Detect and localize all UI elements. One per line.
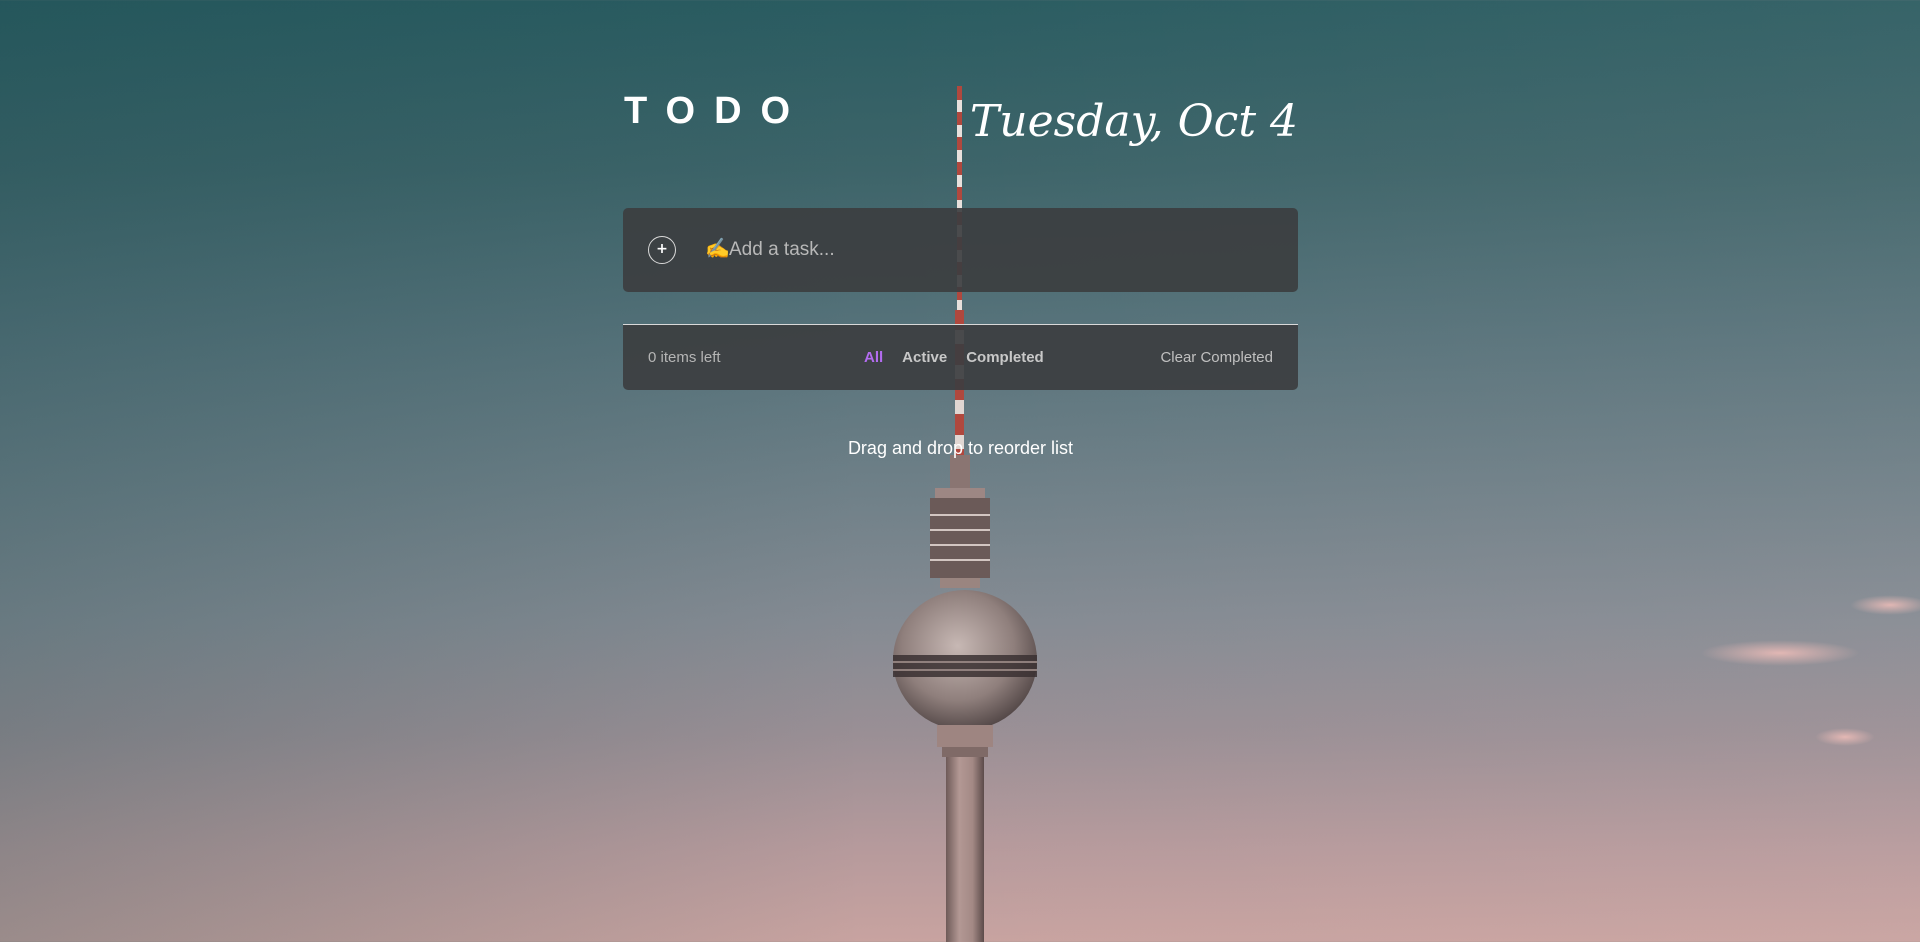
list-footer: 0 items left All Active Completed Clear … bbox=[623, 325, 1298, 390]
add-task-input[interactable] bbox=[705, 230, 1265, 270]
add-icon[interactable]: + bbox=[648, 236, 676, 264]
filter-active[interactable]: Active bbox=[902, 349, 947, 366]
filter-group: All Active Completed bbox=[864, 349, 1044, 366]
add-task-panel: + ✍️ bbox=[623, 208, 1298, 292]
header: TODO Tuesday, Oct 4 bbox=[623, 0, 1298, 200]
current-date: Tuesday, Oct 4 bbox=[969, 96, 1298, 147]
items-left-count: 0 items left bbox=[648, 349, 721, 366]
app-title: TODO bbox=[624, 90, 810, 132]
todo-app: TODO Tuesday, Oct 4 + ✍️ 0 items left Al… bbox=[623, 0, 1298, 458]
reorder-hint: Drag and drop to reorder list bbox=[847, 438, 1074, 458]
filter-all[interactable]: All bbox=[864, 349, 883, 366]
filter-completed[interactable]: Completed bbox=[966, 349, 1044, 366]
clear-completed-button[interactable]: Clear Completed bbox=[1160, 349, 1273, 366]
todo-list-panel: 0 items left All Active Completed Clear … bbox=[623, 324, 1298, 390]
